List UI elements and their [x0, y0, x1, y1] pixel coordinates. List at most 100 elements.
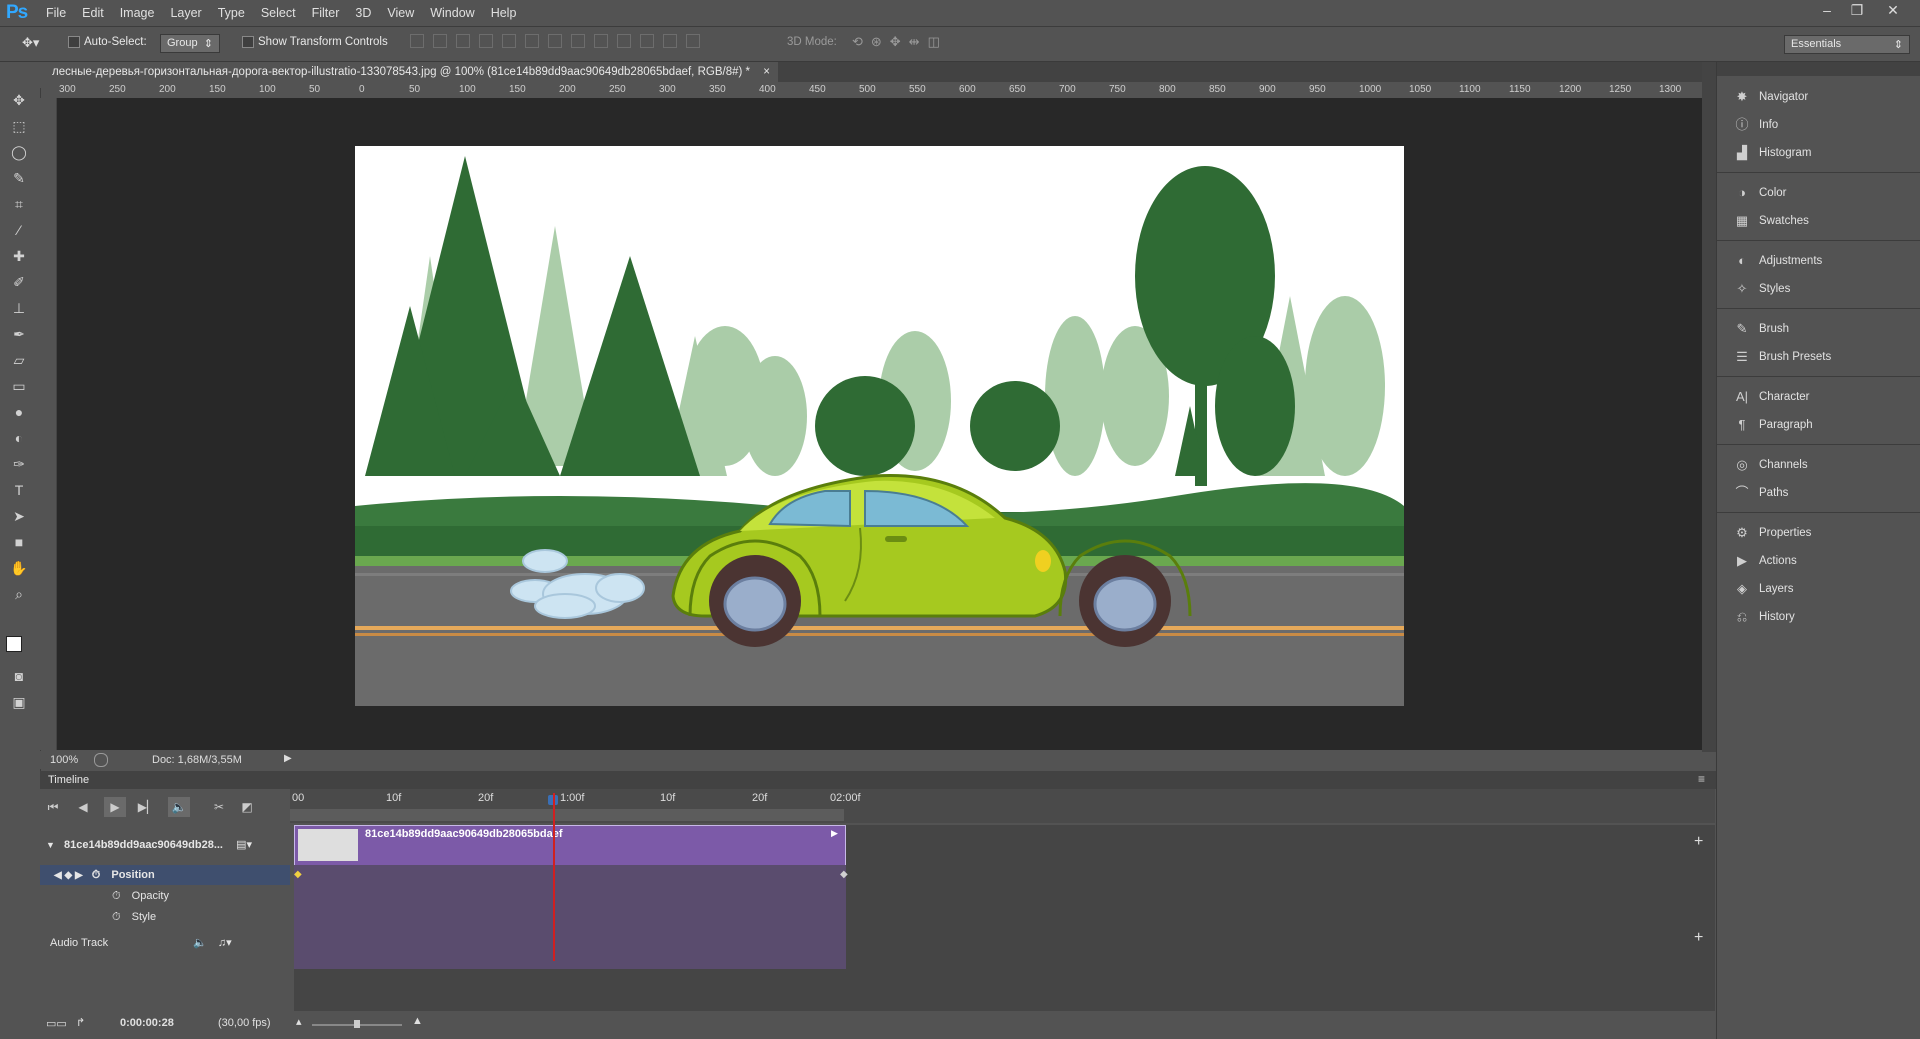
menu-file[interactable]: File: [46, 6, 66, 20]
stopwatch-icon[interactable]: ⏱: [92, 869, 101, 881]
add-audio-button[interactable]: +: [1694, 929, 1703, 947]
keyframe-end[interactable]: ◆: [840, 869, 848, 880]
collapse-arrow-icon[interactable]: ▼: [46, 840, 55, 850]
mute-audio-icon[interactable]: 🔈: [168, 797, 190, 817]
show-transform-checkbox[interactable]: [242, 36, 254, 48]
menu-image[interactable]: Image: [120, 6, 155, 20]
panel-actions[interactable]: ▶ Actions: [1733, 550, 1797, 572]
dodge-tool-icon[interactable]: ◐: [8, 428, 30, 448]
panel-properties[interactable]: ⚙ Properties: [1733, 522, 1811, 544]
go-to-first-frame-icon[interactable]: ⏮: [42, 797, 64, 817]
menu-window[interactable]: Window: [430, 6, 474, 20]
audio-track-header[interactable]: Audio Track 🔈 ♫▾: [40, 933, 290, 953]
menu-layer[interactable]: Layer: [170, 6, 201, 20]
zoom-out-icon[interactable]: ▴: [296, 1015, 302, 1028]
stopwatch-icon[interactable]: ⏱: [112, 890, 121, 902]
panel-swatches[interactable]: ▦ Swatches: [1733, 210, 1809, 232]
align-bottom-icon[interactable]: [456, 34, 470, 48]
distribute-left-icon[interactable]: [617, 34, 631, 48]
keyframe-start[interactable]: ◆: [294, 869, 302, 880]
zoom-slider-thumb[interactable]: [354, 1020, 360, 1028]
menu-help[interactable]: Help: [491, 6, 517, 20]
marquee-tool-icon[interactable]: ⬚: [8, 116, 30, 136]
menu-view[interactable]: View: [387, 6, 414, 20]
quick-select-tool-icon[interactable]: ✎: [8, 168, 30, 188]
auto-select-dropdown[interactable]: Group ⇕: [160, 34, 220, 53]
panel-menu-icon[interactable]: ≡: [1698, 772, 1705, 786]
panel-brush[interactable]: ✎ Brush: [1733, 318, 1790, 340]
play-button[interactable]: ▶: [104, 797, 126, 817]
path-select-tool-icon[interactable]: ➤: [8, 506, 30, 526]
film-strip-icon[interactable]: ▤▾: [236, 839, 252, 851]
hand-tool-icon[interactable]: ✋: [8, 558, 30, 578]
panel-character[interactable]: A| Character: [1733, 386, 1810, 408]
history-brush-tool-icon[interactable]: ✒: [8, 324, 30, 344]
document-canvas[interactable]: [355, 146, 1404, 706]
blur-tool-icon[interactable]: ●: [8, 402, 30, 422]
stopwatch-icon[interactable]: ⏱: [112, 911, 121, 923]
split-at-playhead-icon[interactable]: ✂: [208, 797, 230, 817]
lasso-tool-icon[interactable]: ◯: [8, 142, 30, 162]
panel-navigator[interactable]: ✸ Navigator: [1733, 86, 1809, 108]
add-media-button[interactable]: +: [1694, 833, 1703, 851]
align-left-icon[interactable]: [479, 34, 493, 48]
eyedropper-tool-icon[interactable]: ⁄: [8, 220, 30, 240]
music-note-icon[interactable]: ♫▾: [218, 937, 232, 949]
panel-color[interactable]: ◑ Color: [1733, 182, 1786, 204]
menu-3d[interactable]: 3D: [355, 6, 371, 20]
panel-channels[interactable]: ◎ Channels: [1733, 454, 1807, 476]
panel-info[interactable]: ⓘ Info: [1733, 114, 1778, 136]
timeline-tracks[interactable]: 81ce14b89dd9aac90649db28065bdaef ▶ ◆ ◆ +…: [294, 825, 1715, 1025]
move-tool-icon[interactable]: ✥: [8, 90, 30, 110]
type-tool-icon[interactable]: T: [8, 480, 30, 500]
vertical-scrollbar[interactable]: [1702, 62, 1716, 752]
minimize-button[interactable]: –: [1814, 2, 1840, 20]
speaker-icon[interactable]: 🔈: [193, 937, 207, 949]
brush-tool-icon[interactable]: ✐: [8, 272, 30, 292]
clone-stamp-tool-icon[interactable]: ⊥: [8, 298, 30, 318]
property-row-style[interactable]: ⏱ Style: [40, 907, 290, 927]
distribute-top-icon[interactable]: [548, 34, 562, 48]
panel-paths[interactable]: ⌒ Paths: [1733, 482, 1788, 504]
convert-frame-icon[interactable]: ↱: [76, 1016, 85, 1029]
previous-frame-icon[interactable]: ◀: [72, 797, 94, 817]
render-video-icon[interactable]: ▭▭: [46, 1017, 67, 1030]
screen-mode-icon[interactable]: ▣: [8, 692, 30, 712]
timeline-ruler[interactable]: 00 10f 20f 1:00f 10f 20f 02:00f: [290, 789, 1715, 823]
zoom-tool-icon[interactable]: ⌕: [8, 584, 30, 604]
menu-select[interactable]: Select: [261, 6, 296, 20]
distribute-right-icon[interactable]: [663, 34, 677, 48]
work-area-bar[interactable]: [290, 809, 844, 821]
clip-end-handle-icon[interactable]: ▶: [831, 828, 838, 839]
gradient-tool-icon[interactable]: ▭: [8, 376, 30, 396]
layer-track-header[interactable]: ▼ 81ce14b89dd9aac90649db28... ▤▾: [40, 829, 290, 861]
status-menu-arrow-icon[interactable]: ▶: [284, 753, 292, 764]
panel-paragraph[interactable]: ¶ Paragraph: [1733, 414, 1813, 436]
distribute-hcenter-icon[interactable]: [640, 34, 654, 48]
eraser-tool-icon[interactable]: ▱: [8, 350, 30, 370]
auto-align-icon[interactable]: [686, 34, 700, 48]
document-tab[interactable]: лесные-деревья-горизонтальная-дорога-век…: [44, 62, 778, 82]
panel-brush-presets[interactable]: ☰ Brush Presets: [1733, 346, 1831, 368]
transition-icon[interactable]: ◩: [236, 797, 258, 817]
quick-mask-icon[interactable]: ◙: [8, 666, 30, 686]
panel-layers[interactable]: ◈ Layers: [1733, 578, 1794, 600]
restore-button[interactable]: ❐: [1844, 2, 1870, 20]
foreground-color-swatch[interactable]: [6, 636, 22, 652]
workspace-dropdown[interactable]: Essentials ⇕: [1784, 35, 1910, 54]
align-vcenter-icon[interactable]: [433, 34, 447, 48]
align-hcenter-icon[interactable]: [502, 34, 516, 48]
align-top-icon[interactable]: [410, 34, 424, 48]
panel-histogram[interactable]: ▟ Histogram: [1733, 142, 1811, 164]
menu-edit[interactable]: Edit: [82, 6, 104, 20]
menu-type[interactable]: Type: [218, 6, 245, 20]
close-window-button[interactable]: ✕: [1880, 2, 1906, 20]
panel-styles[interactable]: ✧ Styles: [1733, 278, 1791, 300]
crop-tool-icon[interactable]: ⌗: [8, 194, 30, 214]
property-row-position[interactable]: ◀ ◆ ▶ ⏱ Position: [40, 865, 290, 885]
rectangle-tool-icon[interactable]: ■: [8, 532, 30, 552]
healing-brush-tool-icon[interactable]: ✚: [8, 246, 30, 266]
zoom-level[interactable]: 100%: [50, 754, 78, 766]
panel-adjustments[interactable]: ◐ Adjustments: [1733, 250, 1822, 272]
property-row-opacity[interactable]: ⏱ Opacity: [40, 886, 290, 906]
